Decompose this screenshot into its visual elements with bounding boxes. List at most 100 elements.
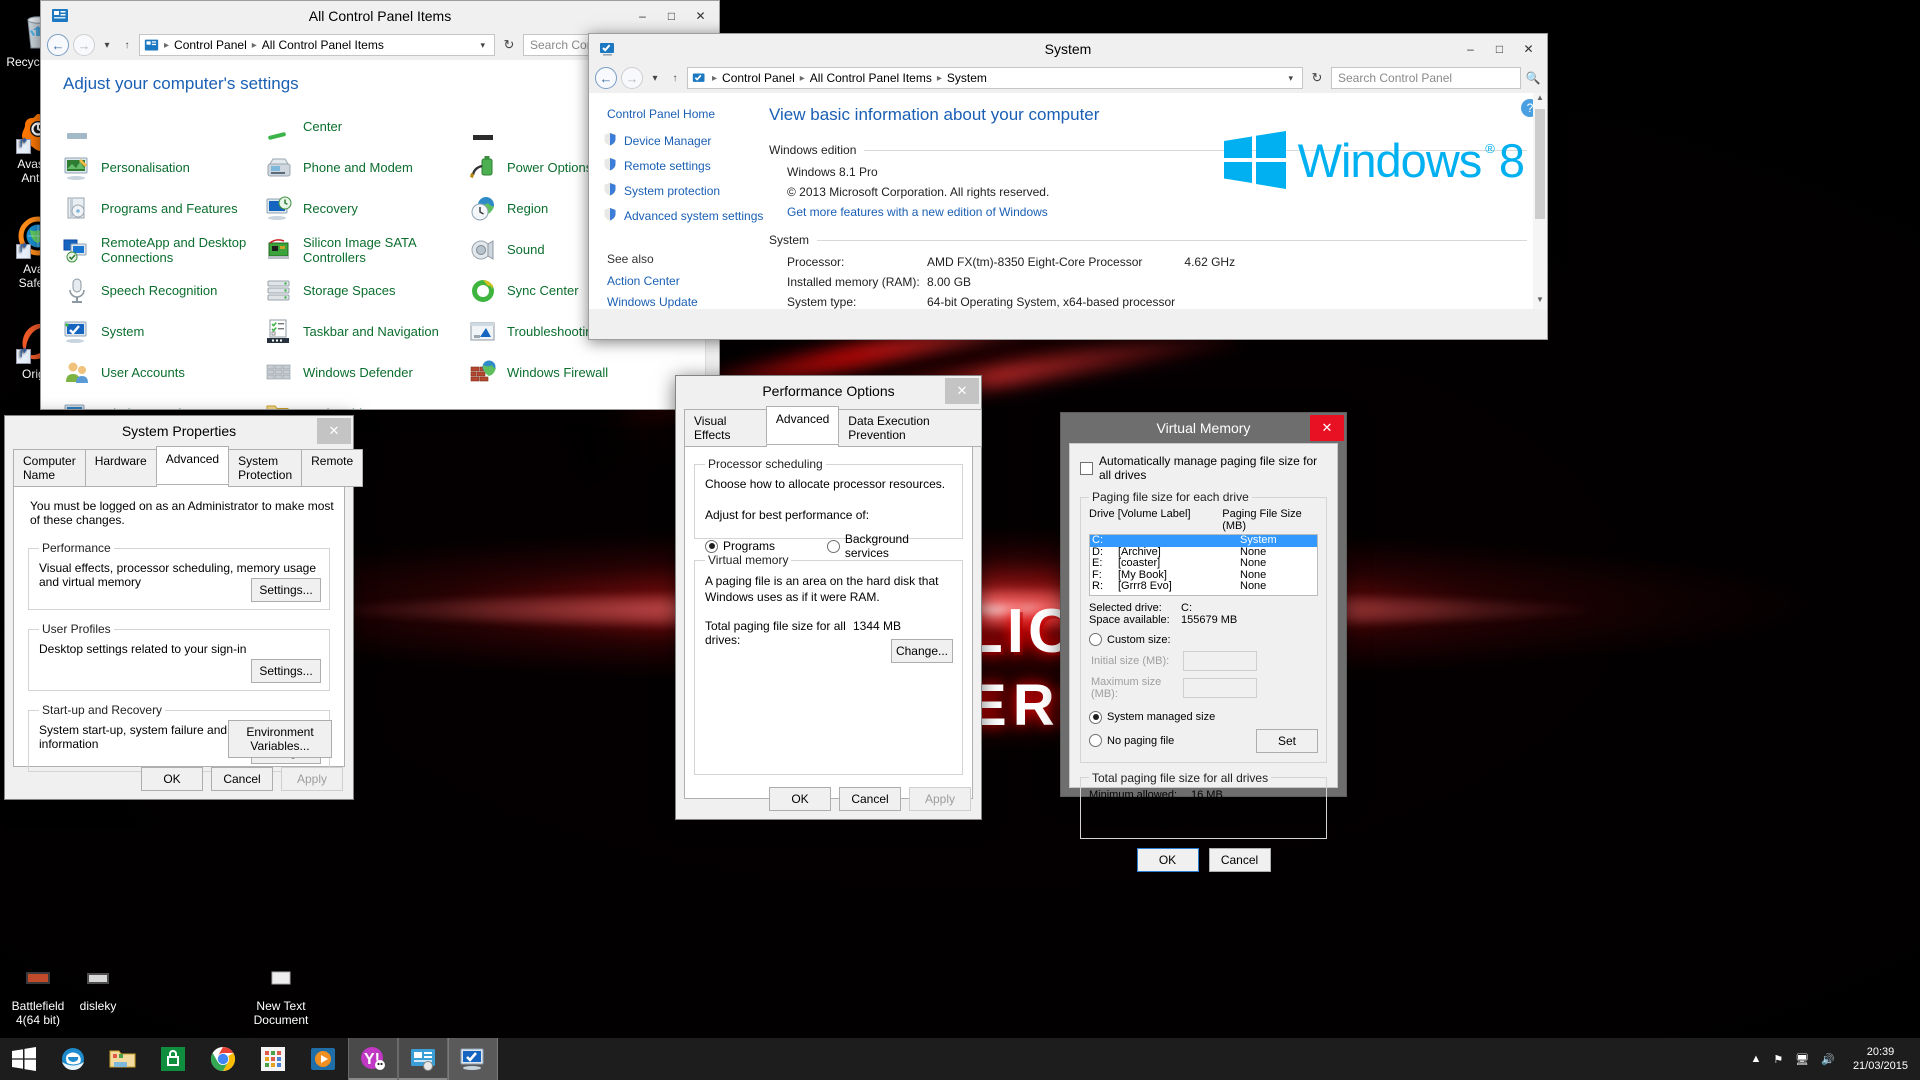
search-input[interactable]: Search Control Panel: [1331, 67, 1521, 89]
scroll-down-arrow-icon[interactable]: ▼: [1533, 295, 1547, 309]
dialog-buttons[interactable]: OK Cancel Apply: [141, 767, 343, 791]
volume-icon[interactable]: 🔊: [1821, 1053, 1835, 1066]
scroll-up-arrow-icon[interactable]: ▲: [1533, 93, 1547, 107]
apply-button[interactable]: Apply: [281, 767, 343, 791]
tab-strip[interactable]: Computer Name Hardware Advanced System P…: [5, 446, 364, 487]
tab-advanced[interactable]: Advanced: [155, 446, 230, 484]
cp-item-partial-2[interactable]: Center: [265, 106, 469, 147]
performance-settings-button[interactable]: Settings...: [251, 578, 321, 602]
get-more-features-link[interactable]: Get more features with a new edition of …: [769, 205, 1527, 219]
taskbar-media-player[interactable]: [298, 1038, 348, 1080]
forward-button[interactable]: →: [621, 67, 643, 89]
cancel-button[interactable]: Cancel: [1208, 847, 1271, 872]
desktop-icon-new-text-document[interactable]: New Text Document: [243, 970, 319, 1027]
cp-item-speech-recognition[interactable]: Speech Recognition: [63, 270, 265, 311]
back-button[interactable]: ←: [595, 67, 617, 89]
sidebar-item-remote-settings[interactable]: Remote settings: [603, 157, 769, 174]
dialog-titlebar[interactable]: Virtual Memory ✕: [1061, 413, 1346, 443]
system-window[interactable]: System – □ ✕ ← → ▾ ↑ ▸ Control Panel ▸ A…: [588, 33, 1548, 340]
drive-row-r[interactable]: R: [Grrr8 Evo] None: [1090, 580, 1317, 593]
drive-row-c[interactable]: C: System managed: [1090, 535, 1317, 557]
close-button[interactable]: ✕: [1310, 415, 1344, 441]
up-button[interactable]: ↑: [119, 40, 135, 51]
start-button[interactable]: [0, 1038, 48, 1080]
taskbar-google-chrome[interactable]: [198, 1038, 248, 1080]
system-tray[interactable]: ▲ ⚑ 🖥 🔊 20:39 21/03/2015: [1751, 1045, 1920, 1073]
cp-item-silicon-image-sata-controllers[interactable]: Silicon Image SATA Controllers: [265, 229, 469, 270]
close-button[interactable]: ✕: [317, 418, 351, 444]
breadcrumb-system[interactable]: System: [947, 71, 987, 85]
tab-system-protection[interactable]: System Protection: [228, 449, 303, 487]
taskbar-yahoo-messenger[interactable]: Y!: [348, 1038, 398, 1080]
desktop-icon-disleky-folder[interactable]: disleky: [60, 970, 136, 1013]
clock[interactable]: 20:39 21/03/2015: [1847, 1045, 1908, 1073]
sidebar-item-advanced-system-settings[interactable]: Advanced system settings: [603, 207, 769, 224]
cp-item-personalisation[interactable]: Personalisation: [63, 147, 265, 188]
breadcrumb-all-items[interactable]: All Control Panel Items: [262, 38, 384, 52]
set-button[interactable]: Set: [1256, 728, 1318, 753]
sidebar-item-windows-update[interactable]: Windows Update: [603, 295, 769, 309]
change-button[interactable]: Change...: [891, 639, 953, 663]
drive-list[interactable]: C: System managed D: [Archive] None E: […: [1089, 534, 1318, 596]
back-button[interactable]: ←: [47, 34, 69, 56]
maximize-button[interactable]: □: [657, 2, 686, 29]
action-center-flag-icon[interactable]: ⚑: [1773, 1053, 1783, 1066]
close-button[interactable]: ✕: [945, 378, 979, 404]
taskbar-windows-store[interactable]: [148, 1038, 198, 1080]
tab-visual-effects[interactable]: Visual Effects: [684, 409, 767, 447]
environment-variables-button[interactable]: Environment Variables...: [228, 720, 332, 758]
network-icon[interactable]: 🖥: [1795, 1053, 1809, 1066]
ok-button[interactable]: OK: [769, 787, 831, 811]
cp-item-system[interactable]: System: [63, 311, 265, 352]
window-titlebar[interactable]: System – □ ✕: [589, 34, 1547, 63]
cp-item-programs-and-features[interactable]: Programs and Features: [63, 188, 265, 229]
tab-remote[interactable]: Remote: [301, 449, 364, 487]
apply-button[interactable]: Apply: [909, 787, 971, 811]
drive-row-e[interactable]: E: [coaster] None: [1090, 557, 1317, 570]
cp-item-user-accounts[interactable]: User Accounts: [63, 352, 265, 393]
scrollbar-thumb[interactable]: [1535, 109, 1545, 219]
cp-item-storage-spaces[interactable]: Storage Spaces: [265, 270, 469, 311]
close-button[interactable]: ✕: [1514, 35, 1543, 62]
address-bar[interactable]: ▸ Control Panel ▸ All Control Panel Item…: [687, 67, 1303, 89]
breadcrumb-control-panel[interactable]: Control Panel: [174, 38, 247, 52]
cp-item-windows-update[interactable]: Windows Update: [63, 393, 265, 409]
cp-item-partial-1[interactable]: [63, 106, 265, 147]
radio-system-managed-size[interactable]: System managed size: [1089, 710, 1215, 724]
taskbar-app-grid[interactable]: [248, 1038, 298, 1080]
dialog-titlebar[interactable]: System Properties ✕: [5, 416, 353, 446]
dialog-buttons[interactable]: OK Cancel Apply: [769, 787, 971, 811]
user-profiles-settings-button[interactable]: Settings...: [251, 659, 321, 683]
performance-options-dialog[interactable]: Performance Options ✕ Visual Effects Adv…: [675, 375, 982, 820]
forward-button[interactable]: →: [73, 34, 95, 56]
sidebar-item-device-manager[interactable]: Device Manager: [603, 132, 769, 149]
tab-hardware[interactable]: Hardware: [84, 449, 157, 487]
cancel-button[interactable]: Cancel: [211, 767, 273, 791]
sidebar-item-control-panel-home[interactable]: Control Panel Home: [603, 107, 769, 121]
ok-button[interactable]: OK: [1136, 847, 1199, 872]
cp-item-phone-and-modem[interactable]: Phone and Modem: [265, 147, 469, 188]
sidebar-item-system-protection[interactable]: System protection: [603, 182, 769, 199]
ok-button[interactable]: OK: [141, 767, 203, 791]
vertical-scrollbar[interactable]: ▲ ▼: [1533, 93, 1547, 309]
refresh-button[interactable]: ↻: [1307, 70, 1327, 86]
recent-locations-dropdown[interactable]: ▾: [99, 40, 115, 51]
tab-strip[interactable]: Visual Effects Advanced Data Execution P…: [676, 406, 982, 447]
address-bar[interactable]: ▸ Control Panel ▸ All Control Panel Item…: [139, 34, 495, 56]
taskbar-control-panel[interactable]: [398, 1038, 448, 1080]
cancel-button[interactable]: Cancel: [839, 787, 901, 811]
refresh-button[interactable]: ↻: [499, 37, 519, 53]
radio-no-paging-file[interactable]: No paging file: [1089, 734, 1174, 747]
sidebar-item-action-center[interactable]: Action Center: [603, 274, 769, 288]
maximize-button[interactable]: □: [1485, 35, 1514, 62]
taskbar-file-explorer[interactable]: [98, 1038, 148, 1080]
show-hidden-icons-chevron-icon[interactable]: ▲: [1751, 1053, 1762, 1065]
recent-locations-dropdown[interactable]: ▾: [647, 73, 663, 84]
up-button[interactable]: ↑: [667, 73, 683, 84]
taskbar-internet-explorer[interactable]: [48, 1038, 98, 1080]
auto-manage-checkbox[interactable]: Automatically manage paging file size fo…: [1080, 454, 1327, 482]
virtual-memory-dialog[interactable]: Virtual Memory ✕ Automatically manage pa…: [1060, 412, 1347, 872]
cp-item-remoteapp-and-desktop-connections[interactable]: RemoteApp and Desktop Connections: [63, 229, 265, 270]
cp-item-windows-defender[interactable]: Windows Defender: [265, 352, 469, 393]
minimize-button[interactable]: –: [628, 2, 657, 29]
